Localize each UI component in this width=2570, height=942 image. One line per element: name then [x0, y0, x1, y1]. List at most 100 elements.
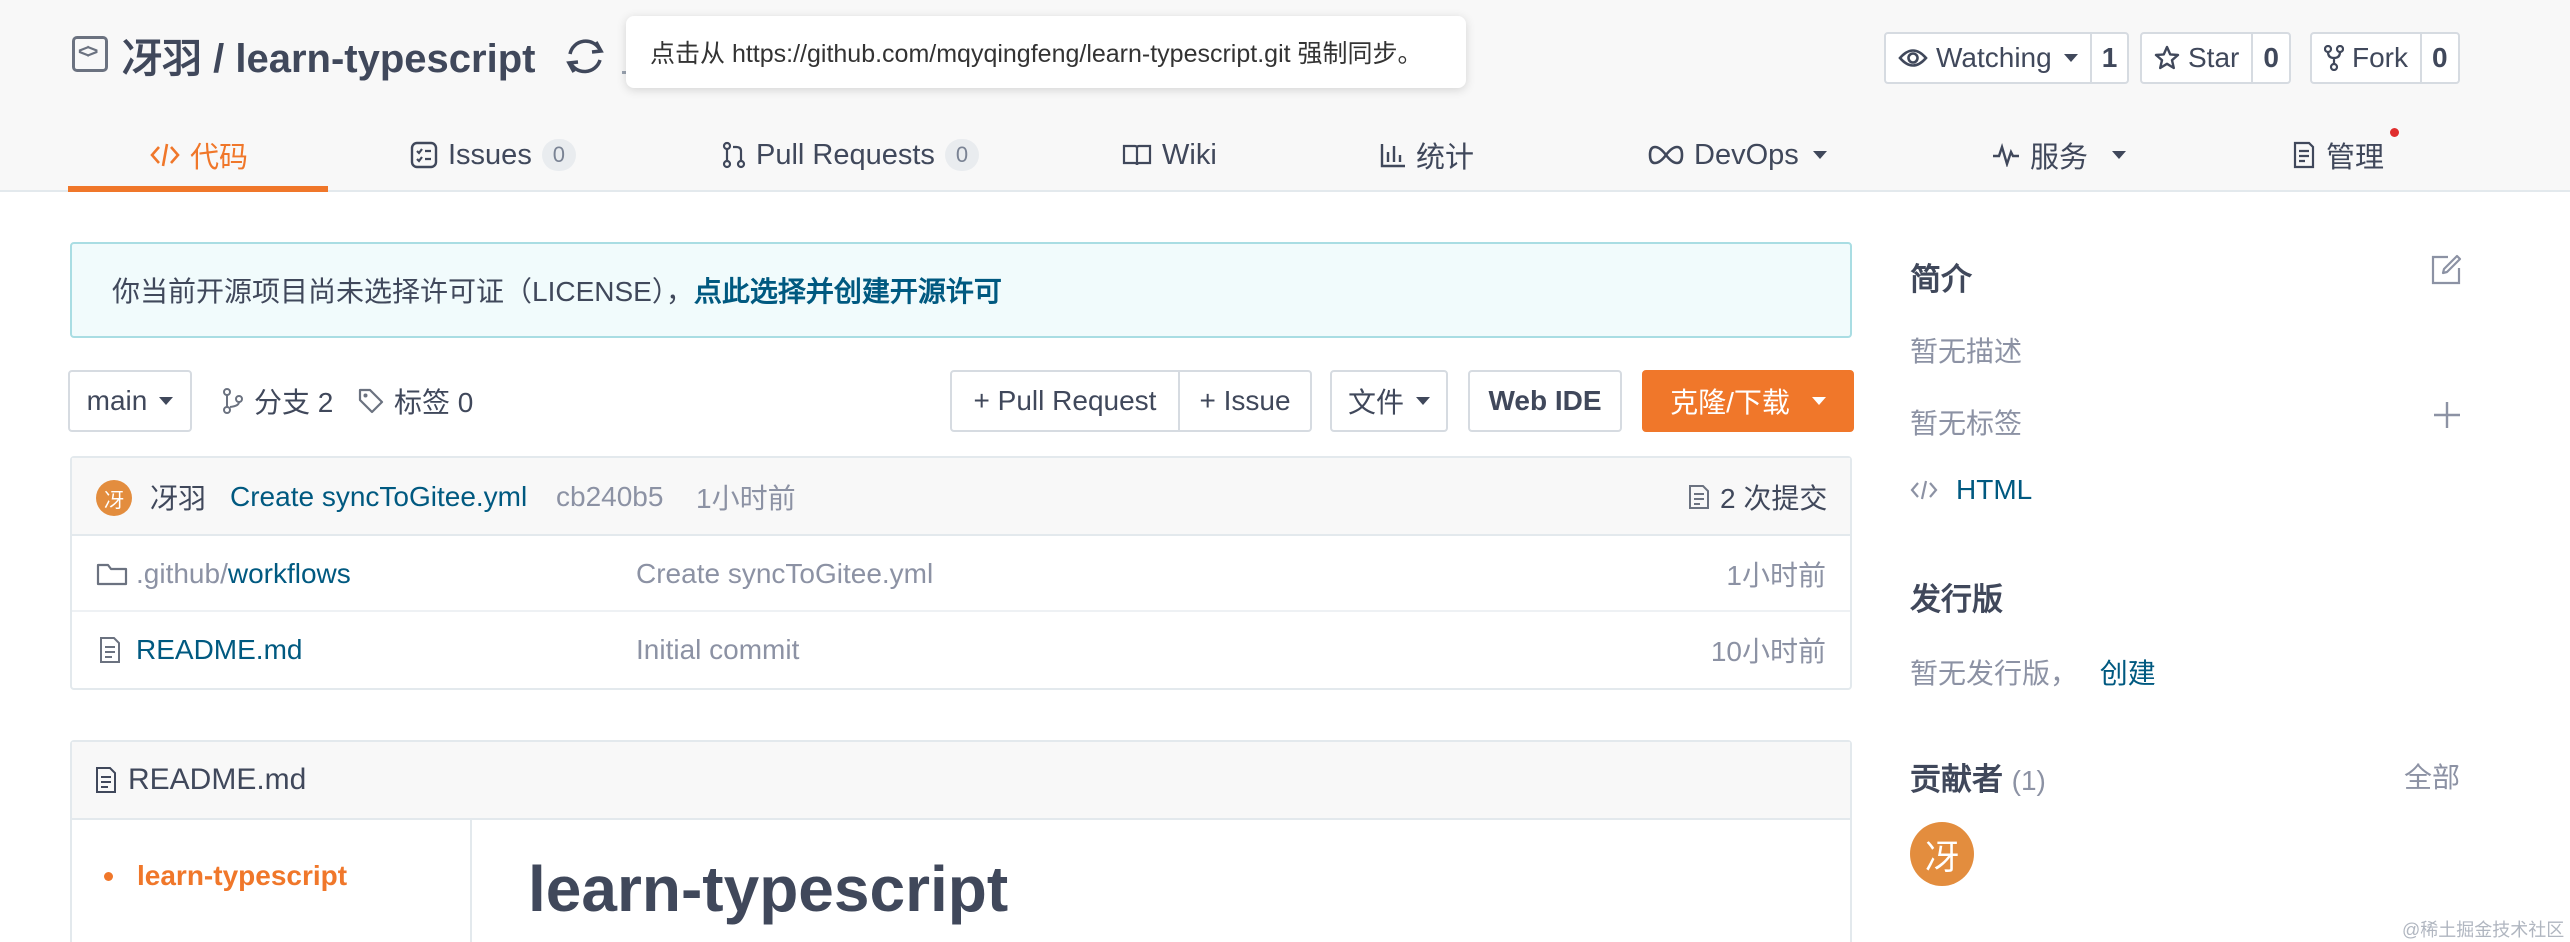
file-name[interactable]: README.md	[136, 634, 302, 666]
tab-label: 代码	[190, 142, 249, 174]
book-icon	[1122, 143, 1152, 167]
commits-icon	[1688, 484, 1710, 510]
release-title: 发行版	[1910, 582, 2003, 617]
commit-time: 1小时前	[696, 483, 796, 514]
code-repo-icon	[72, 36, 108, 72]
readme-panel: README.md learn-typescript learn-typescr…	[70, 740, 1852, 942]
tab-label: 服务	[2030, 142, 2089, 174]
new-pull-request-button[interactable]: + Pull Request	[950, 370, 1180, 432]
star-button[interactable]: Star 0	[2140, 32, 2291, 84]
chevron-down-icon	[1812, 151, 1827, 159]
tab-wiki[interactable]: Wiki	[1122, 118, 1217, 192]
tab-label: DevOps	[1694, 138, 1799, 171]
branches-count: 分支 2	[254, 387, 334, 418]
table-row[interactable]: .github/workflows Create syncToGitee.yml…	[72, 536, 1850, 612]
contributors-label: 贡献者	[1910, 762, 2003, 797]
clone-download-button[interactable]: 克隆/下载	[1642, 370, 1854, 432]
watch-label: Watching	[1936, 42, 2052, 73]
file-icon	[98, 636, 122, 664]
repo-header: 冴羽 / learn-typescript 点击从 https://github…	[0, 0, 2570, 192]
no-description: 暂无描述	[1910, 336, 2023, 367]
branch-name: main	[86, 385, 148, 416]
issues-icon	[410, 141, 438, 169]
tags-link[interactable]: 标签 0	[358, 370, 473, 432]
branch-icon	[222, 388, 244, 414]
tab-label: Issues	[448, 138, 532, 171]
file-time: 1小时前	[1726, 560, 1826, 591]
table-row[interactable]: README.md Initial commit 10小时前	[72, 612, 1850, 688]
file-commit-message[interactable]: Initial commit	[636, 612, 799, 688]
watch-count[interactable]: 1	[2089, 34, 2128, 82]
readme-header: README.md	[72, 742, 1850, 820]
chevron-down-icon	[2112, 151, 2127, 159]
watermark: @稀土掘金技术社区	[2402, 920, 2565, 940]
fork-button[interactable]: Fork 0	[2310, 32, 2460, 84]
title-separator: /	[213, 37, 236, 81]
sync-icon[interactable]	[562, 34, 608, 80]
files-label: 文件	[1347, 387, 1404, 418]
pull-request-icon	[722, 141, 746, 169]
tab-pull-requests[interactable]: Pull Requests 0	[722, 118, 979, 192]
sync-tooltip: 点击从 https://github.com/mqyqingfeng/learn…	[626, 16, 1466, 88]
folder-prefix: .github/	[136, 558, 228, 589]
license-banner: 你当前开源项目尚未选择许可证（LICENSE）， 点此选择并创建开源许可	[70, 242, 1852, 338]
file-list: 冴 冴羽 Create syncToGitee.yml cb240b5 1小时前…	[70, 456, 1852, 690]
file-time: 10小时前	[1710, 636, 1826, 667]
star-label: Star	[2188, 42, 2240, 73]
readme-file-icon	[94, 766, 118, 794]
avatar[interactable]: 冴	[96, 480, 132, 516]
file-name-cell[interactable]: .github/workflows	[96, 536, 351, 612]
bar-chart-icon	[1380, 142, 1406, 168]
edit-icon[interactable]	[2430, 254, 2462, 286]
tags-count: 标签 0	[394, 387, 474, 418]
toc-item[interactable]: learn-typescript	[104, 860, 347, 892]
tab-manage[interactable]: 管理	[2292, 118, 2384, 192]
fork-label: Fork	[2352, 42, 2408, 73]
tab-code[interactable]: 代码	[150, 118, 248, 192]
intro-title: 简介	[1910, 262, 1972, 297]
tab-issues[interactable]: Issues 0	[410, 118, 576, 192]
file-commit-message[interactable]: Create syncToGitee.yml	[636, 536, 933, 612]
file-name-cell[interactable]: README.md	[98, 612, 302, 688]
fork-count[interactable]: 0	[2420, 34, 2458, 82]
pulse-icon	[1992, 143, 2020, 167]
commit-count-link[interactable]: 2 次提交	[1688, 458, 1827, 536]
tab-stats[interactable]: 统计	[1380, 118, 1474, 192]
branches-link[interactable]: 分支 2	[222, 370, 333, 432]
pr-count-badge: 0	[944, 139, 979, 171]
create-license-link[interactable]: 点此选择并创建开源许可	[694, 270, 1002, 310]
language-label: HTML	[1956, 474, 2033, 505]
readme-toc: learn-typescript	[72, 820, 472, 942]
web-ide-button[interactable]: Web IDE	[1468, 370, 1622, 432]
commit-count: 2 次提交	[1720, 483, 1828, 514]
tab-devops[interactable]: DevOps	[1648, 118, 1827, 192]
eye-icon	[1898, 47, 1928, 69]
new-issue-button[interactable]: + Issue	[1178, 370, 1312, 432]
avatar[interactable]: 冴	[1910, 822, 1974, 886]
tab-services[interactable]: 服务	[1992, 118, 2127, 192]
branch-select[interactable]: main	[68, 370, 192, 432]
commit-message[interactable]: Create syncToGitee.yml	[230, 458, 527, 536]
repo-name-link[interactable]: learn-typescript	[235, 37, 535, 81]
create-release-link[interactable]: 创建	[2100, 658, 2156, 689]
settings-doc-icon	[2292, 141, 2316, 169]
release-info: 暂无发行版， 创建	[1910, 652, 2156, 692]
files-menu-button[interactable]: 文件	[1330, 370, 1448, 432]
chevron-down-icon	[1416, 397, 1430, 405]
infinity-icon	[1648, 145, 1684, 165]
plus-icon[interactable]	[2432, 400, 2462, 430]
license-text: 你当前开源项目尚未选择许可证（LICENSE），	[112, 276, 694, 307]
language-item[interactable]: HTML	[1910, 474, 2032, 506]
tab-label: Wiki	[1162, 138, 1217, 171]
readme-filename: README.md	[128, 763, 307, 796]
no-tags: 暂无标签	[1910, 408, 2023, 439]
watch-button[interactable]: Watching 1	[1884, 32, 2130, 84]
toc-item-label: learn-typescript	[137, 860, 348, 891]
contributors-all-link[interactable]: 全部	[2404, 756, 2460, 796]
folder-icon	[96, 561, 128, 587]
folder-name[interactable]: workflows	[228, 558, 351, 590]
commit-hash[interactable]: cb240b5	[556, 458, 663, 536]
owner-link[interactable]: 冴羽	[122, 37, 202, 81]
star-count[interactable]: 0	[2251, 34, 2289, 82]
commit-author[interactable]: 冴羽	[150, 458, 206, 536]
